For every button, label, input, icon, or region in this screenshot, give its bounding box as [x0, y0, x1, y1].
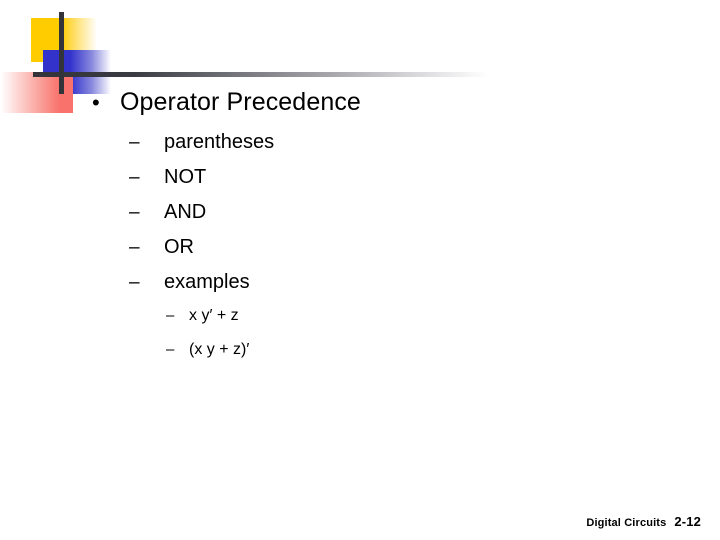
footer-deck-name: Digital Circuits [586, 517, 667, 529]
example-expression: x y′ + z [189, 307, 239, 324]
dash-icon: – [129, 272, 140, 293]
sub-bullet-item-not: – NOT [129, 166, 206, 189]
dash-icon: – [166, 307, 175, 324]
bullet-label: Operator Precedence [120, 88, 361, 116]
sub-bullet-item-parentheses: – parentheses [129, 131, 274, 154]
dash-icon: – [129, 237, 140, 258]
bullet-dot-icon: • [92, 90, 100, 115]
example-item-1: – x y′ + z [166, 307, 239, 325]
dash-icon: – [166, 341, 175, 358]
decorative-vertical-rule [59, 12, 64, 94]
sub-bullet-label: NOT [164, 166, 207, 188]
slide-canvas: • Operator Precedence – parentheses – NO… [0, 0, 720, 540]
decorative-horizontal-rule [33, 72, 488, 77]
example-expression: (x y + z)′ [189, 341, 250, 358]
sub-bullet-item-and: – AND [129, 201, 206, 224]
sub-bullet-label: OR [164, 236, 194, 258]
slide-footer: Digital Circuits 2-12 [586, 514, 701, 529]
bullet-item-operator-precedence: • Operator Precedence [92, 88, 361, 116]
sub-bullet-label: parentheses [164, 131, 275, 153]
footer-slide-number: 2-12 [674, 514, 701, 529]
sub-bullet-item-or: – OR [129, 236, 194, 259]
example-item-2: – (x y + z)′ [166, 341, 249, 359]
dash-icon: – [129, 167, 140, 188]
dash-icon: – [129, 202, 140, 223]
sub-bullet-label: examples [164, 271, 250, 293]
sub-bullet-label: AND [164, 201, 207, 223]
sub-bullet-item-examples: – examples [129, 271, 250, 294]
dash-icon: – [129, 132, 140, 153]
